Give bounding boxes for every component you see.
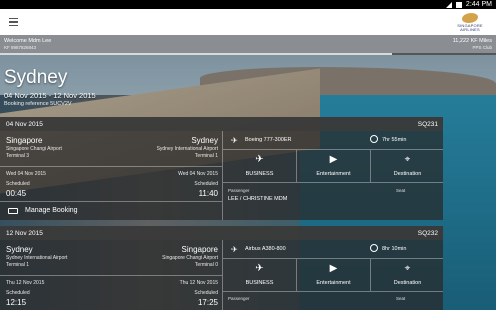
departure-time: 00:45 [6,189,27,198]
cabin-class-tile[interactable]: ✈ BUSINESS [223,150,296,182]
origin-city: Singapore [6,136,43,145]
flight-date: 04 Nov 2015 [6,121,43,128]
destination-tile[interactable]: ⌖ Destination [371,259,444,291]
departure-time: 12:15 [6,298,27,307]
destination-airport: Singapore Changi Airport [162,255,218,261]
passenger-label: Passenger [228,296,250,301]
booking-reference: Booking reference 5UCV2V [4,101,72,107]
origin-terminal: Terminal 1 [6,262,30,268]
aircraft-type: Airbus A380-800 [245,246,286,252]
app-bar: SINGAPORE AIRLINES [0,9,496,35]
departure-date: Wed 04 Nov 2015 [6,171,46,177]
tier-text: PPS Club [472,45,492,50]
aircraft-type: Boeing 777-300ER [245,137,292,143]
flight-number: SQ232 [417,230,438,237]
flight-duration: 7hr 55min [382,137,407,143]
play-icon: ▶ [329,154,338,165]
destination-city: Singapore [181,245,218,254]
destination-airport: Sydney International Airport [156,146,218,152]
airplane-icon: ✈ [231,245,238,254]
flight-duration: 8hr 10min [382,246,407,252]
location-pin-icon: ⌖ [404,263,411,274]
origin-terminal: Terminal 3 [6,153,30,159]
welcome-text: Welcome Mdm Lee [4,38,52,44]
miles-text: 11,222 KF Miles [452,38,492,44]
flight-header: 04 Nov 2015 SQ231 [0,117,443,131]
menu-icon[interactable] [9,18,18,26]
manage-booking-button[interactable]: Manage Booking [0,202,222,220]
origin-airport: Singapore Changi Airport [6,146,62,152]
status-bar: 2:44 PM [0,0,496,9]
passenger-name: LEE / CHRISTINE MDM [228,196,288,202]
user-bar: Welcome Mdm Lee KF 8987826843 11,222 KF … [0,35,496,53]
trip-dates: 04 Nov 2015 - 12 Nov 2015 [4,91,96,100]
signal-icon [445,1,452,8]
flight-header: 12 Nov 2015 SQ232 [0,226,443,240]
seat-icon: ✈ [255,154,264,165]
destination-terminal: Terminal 1 [194,153,218,159]
battery-icon [455,1,462,8]
departure-status: Scheduled [6,181,30,187]
kf-number: KF 8987826843 [4,45,37,50]
airplane-icon: ✈ [231,136,238,145]
destination-tile[interactable]: ⌖ Destination [371,150,444,182]
arrival-time: 17:25 [197,298,218,307]
seat-icon: ✈ [255,263,264,274]
clock-icon [370,244,378,252]
destination-terminal: Terminal 0 [194,262,218,268]
airline-logo: SINGAPORE AIRLINES [450,13,490,33]
seat-label: Seat [396,296,406,301]
passenger-label: Passenger [228,188,250,193]
flight-card[interactable]: 12 Nov 2015 SQ232 Sydney Singapore Sydney… [0,226,443,310]
origin-airport: Sydney International Airport [6,255,68,261]
status-time: 2:44 PM [465,1,492,8]
seat-label: Seat [396,188,406,193]
entertainment-tile[interactable]: ▶ Entertainment [297,150,370,182]
entertainment-tile[interactable]: ▶ Entertainment [297,259,370,291]
origin-city: Sydney [6,245,33,254]
departure-date: Thu 12 Nov 2015 [6,280,45,286]
arrival-date: Thu 12 Nov 2015 [179,280,218,286]
manage-booking-icon [8,208,18,214]
manage-booking-label: Manage Booking [25,207,78,214]
arrival-status: Scheduled [194,181,218,187]
play-icon: ▶ [329,263,338,274]
destination-city: Sydney [191,136,218,145]
arrival-time: 11:40 [198,189,218,198]
flight-date: 12 Nov 2015 [6,230,43,237]
flight-number: SQ231 [417,121,438,128]
departure-status: Scheduled [6,290,30,296]
arrival-status: Scheduled [194,290,218,296]
destination-title: Sydney [4,67,68,88]
flight-card[interactable]: 04 Nov 2015 SQ231 Singapore Sydney Singap… [0,117,443,220]
clock-icon [370,135,378,143]
arrival-date: Wed 04 Nov 2015 [178,171,218,177]
location-pin-icon: ⌖ [404,154,411,165]
cabin-class-tile[interactable]: ✈ BUSINESS [223,259,296,291]
